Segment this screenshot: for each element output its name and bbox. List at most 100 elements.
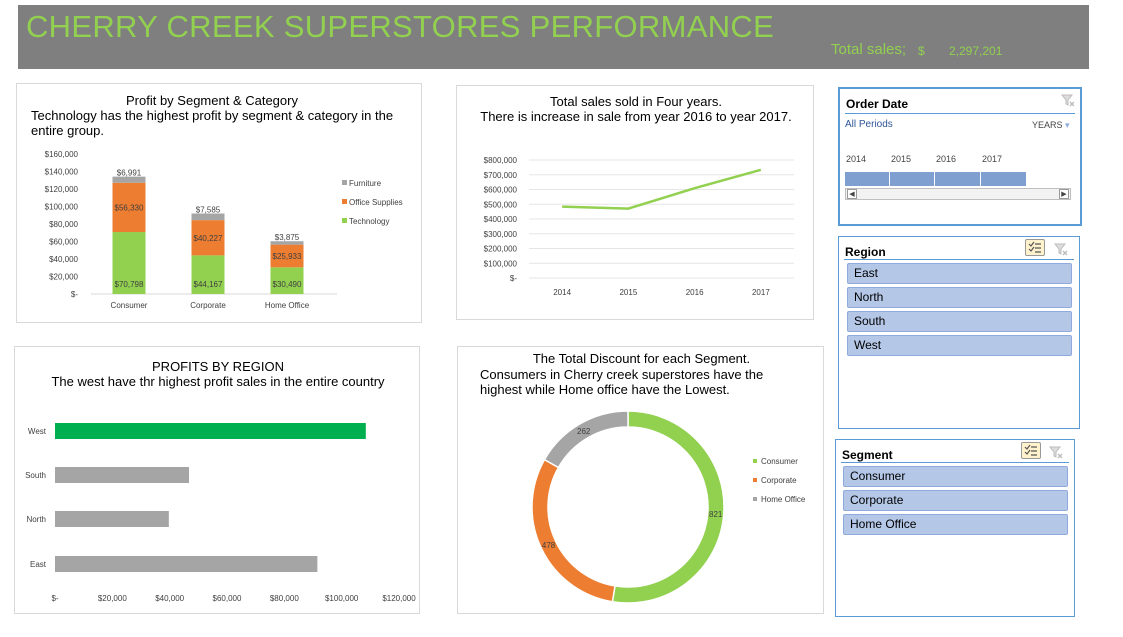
profits-by-region-panel[interactable]: PROFITS BY REGION The west have thr high… (14, 346, 420, 614)
y-tick-label: $300,000 (484, 230, 518, 239)
timeline-year-2015[interactable] (890, 172, 935, 186)
x-tick-label: $120,000 (382, 594, 416, 603)
x-tick-label: 2014 (553, 288, 571, 297)
data-label: 478 (542, 541, 556, 550)
legend-swatch (753, 478, 757, 482)
y-tick-label: $20,000 (49, 273, 78, 282)
profit-by-segment-panel[interactable]: Profit by Segment & Category Technology … (16, 83, 422, 323)
donut-slice (531, 458, 616, 603)
total-sales-label: Total sales; (831, 41, 907, 58)
all-periods-label: All Periods (845, 119, 893, 130)
data-label: $3,875 (275, 233, 300, 242)
data-label: $6,991 (117, 169, 142, 178)
y-tick-label: $800,000 (484, 156, 518, 165)
y-tick-label: $500,000 (484, 200, 518, 209)
dashboard-title: CHERRY CREEK SUPERSTORES PERFORMANCE (26, 9, 775, 44)
donut-slice (543, 410, 629, 469)
time-unit-selector[interactable]: YEARS ▾ (1032, 120, 1070, 131)
region-item-north[interactable]: North (847, 287, 1072, 308)
x-tick-label: $80,000 (270, 594, 299, 603)
segment-item-corporate[interactable]: Corporate (843, 490, 1068, 511)
discount-panel[interactable]: The Total Discount for each Segment. Con… (457, 346, 824, 614)
y-tick-label: South (25, 471, 46, 480)
year-label: 2016 (936, 154, 957, 164)
total-sales-currency: $ (918, 44, 925, 58)
slicer-divider (845, 113, 1075, 114)
timeline-year-2017[interactable] (981, 172, 1026, 186)
data-label: 821 (709, 510, 723, 519)
timeline-year-2016[interactable] (935, 172, 981, 186)
y-tick-label: $160,000 (45, 150, 79, 159)
total-sales-panel[interactable]: Total sales sold in Four years. There is… (456, 85, 814, 320)
stacked-bar-chart: $- $20,000 $40,000 $60,000 $80,000 $100,000 $1… (45, 150, 403, 310)
slicer-divider (844, 259, 1074, 260)
y-tick-label: East (30, 560, 47, 569)
x-tick-label: 2017 (752, 288, 770, 297)
multiselect-icon[interactable] (1025, 239, 1045, 256)
x-tick-label: $20,000 (98, 594, 127, 603)
x-tick-label: $60,000 (213, 594, 242, 603)
timeline-scrollbar[interactable]: ◀ ▶ (845, 188, 1071, 200)
title-banner: CHERRY CREEK SUPERSTORES PERFORMANCE Tot… (18, 5, 1089, 69)
y-tick-label: North (26, 515, 46, 524)
x-tick-label: $100,000 (325, 594, 359, 603)
legend-label: Furniture (349, 179, 382, 188)
sales-line-chart: $- $100,000 $200,000 $300,000 $400,000 $500,0… (484, 156, 794, 297)
year-label: 2014 (846, 154, 867, 164)
segment-slicer[interactable]: Segment Consumer Corporate Home Office (835, 439, 1075, 617)
legend-swatch (753, 459, 757, 463)
year-label: 2015 (891, 154, 912, 164)
x-tick-label: $40,000 (155, 594, 184, 603)
segment-item-home-office[interactable]: Home Office (843, 514, 1068, 535)
x-tick-label: Consumer (111, 301, 148, 310)
scroll-left-icon[interactable]: ◀ (847, 189, 857, 199)
y-tick-label: $400,000 (484, 215, 518, 224)
y-tick-label: $- (71, 290, 78, 299)
y-tick-label: $100,000 (484, 259, 518, 268)
region-item-south[interactable]: South (847, 311, 1072, 332)
segment-item-consumer[interactable]: Consumer (843, 466, 1068, 487)
legend-swatch (342, 199, 347, 204)
legend-label: Office Supplies (349, 198, 403, 207)
data-label: $25,933 (273, 252, 302, 261)
y-tick-label: $200,000 (484, 245, 518, 254)
data-label: $70,798 (115, 280, 144, 289)
x-tick-label: $- (51, 594, 58, 603)
region-bar-chart: West South North East $- $20,000 $40,000 $60,00… (25, 423, 416, 603)
x-tick-label: 2016 (686, 288, 704, 297)
scroll-right-icon[interactable]: ▶ (1059, 189, 1069, 199)
data-label: $56,330 (115, 203, 144, 212)
order-date-slicer[interactable]: Order Date All Periods YEARS ▾ 2014 2015… (838, 87, 1082, 226)
multiselect-icon[interactable] (1021, 442, 1041, 459)
slicer-header: Region (845, 245, 886, 259)
y-tick-label: $80,000 (49, 220, 78, 229)
y-tick-label: $600,000 (484, 186, 518, 195)
region-bar (55, 467, 190, 483)
chevron-down-icon: ▾ (1065, 120, 1070, 130)
region-slicer[interactable]: Region East North South West (838, 236, 1080, 429)
slicer-divider (841, 462, 1069, 463)
legend-swatch (342, 180, 347, 185)
total-sales-value: 2,297,201 (949, 44, 1003, 58)
region-item-west[interactable]: West (847, 335, 1072, 356)
data-label: 262 (577, 427, 591, 436)
x-tick-label: Corporate (190, 301, 226, 310)
slicer-header: Order Date (846, 97, 909, 111)
legend-label: Corporate (761, 476, 797, 485)
timeline-year-2014[interactable] (845, 172, 890, 186)
region-item-east[interactable]: East (847, 263, 1072, 284)
time-unit-label: YEARS (1032, 120, 1063, 130)
x-tick-label: 2015 (619, 288, 637, 297)
y-tick-label: $40,000 (49, 255, 78, 264)
data-label: $40,227 (194, 234, 223, 243)
clear-filter-icon[interactable] (1060, 92, 1076, 108)
y-tick-label: $60,000 (49, 238, 78, 247)
legend-label: Technology (349, 217, 389, 226)
legend-swatch (342, 218, 347, 223)
year-label: 2017 (982, 154, 1003, 164)
y-tick-label: $120,000 (45, 185, 79, 194)
region-bar (55, 511, 169, 527)
region-bar (55, 423, 366, 439)
clear-filter-icon[interactable] (1048, 444, 1064, 460)
clear-filter-icon[interactable] (1053, 241, 1069, 257)
